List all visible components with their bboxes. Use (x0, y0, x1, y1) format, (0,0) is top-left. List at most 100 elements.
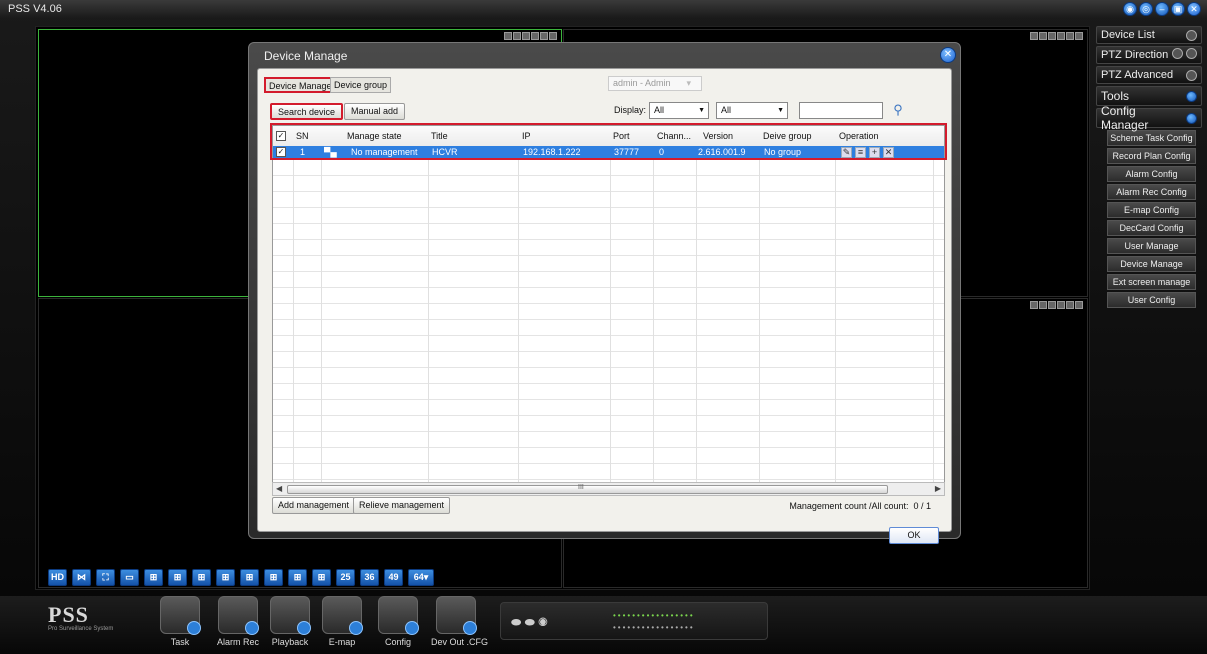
clapperboard-icon (270, 596, 311, 635)
expand-icon[interactable] (1186, 29, 1197, 41)
layout-13-icon[interactable]: ⊞ (240, 569, 259, 586)
expand-icon[interactable] (1186, 48, 1197, 59)
pane-tool-icon[interactable] (1057, 301, 1065, 309)
pane-tool-icon[interactable] (531, 32, 539, 40)
layout-4-icon[interactable]: ⊞ (144, 569, 163, 586)
restore-icon[interactable]: ▣ (1171, 2, 1185, 16)
fullscreen-icon[interactable]: ⛶ (96, 569, 115, 586)
search-device-button[interactable]: Search device (270, 103, 344, 120)
close-icon[interactable]: ✕ (1187, 2, 1201, 16)
config-item-scheme-task[interactable]: Scheme Task Config (1107, 130, 1196, 146)
layout-6-icon[interactable]: ⊞ (168, 569, 187, 586)
scroll-thumb[interactable]: III (287, 484, 888, 494)
pane-tool-icon[interactable] (504, 32, 512, 40)
dock-label: Task (170, 637, 190, 647)
scroll-right-icon[interactable]: ▶ (935, 484, 941, 493)
tools-header[interactable]: Tools (1096, 86, 1202, 106)
layout-24-icon[interactable]: ⊞ (312, 569, 331, 586)
user-select[interactable]: admin - Admin (608, 76, 702, 91)
pane-tool-icon[interactable] (1039, 32, 1047, 40)
pane-tool-icon[interactable] (1039, 301, 1047, 309)
pane-tool-icon[interactable] (1057, 32, 1065, 40)
device-manage-dialog: Device Manage ✕ Device Manage Device gro… (248, 42, 961, 544)
layout-9-icon[interactable]: ⊞ (216, 569, 235, 586)
minimize-icon[interactable]: – (1155, 2, 1169, 16)
hd-button[interactable]: HD (48, 569, 67, 586)
scroll-left-icon[interactable]: ◀ (276, 484, 282, 493)
config-item-alarm[interactable]: Alarm Config (1107, 166, 1196, 182)
dock-alarm-rec[interactable]: Alarm Rec (213, 596, 263, 647)
config-item-emap[interactable]: E-map Config (1107, 202, 1196, 218)
dock-dev-out-cfg[interactable]: Dev Out .CFG (431, 596, 489, 647)
split-layout-icon[interactable]: ⋈ (72, 569, 91, 586)
layout-8-icon[interactable]: ⊞ (192, 569, 211, 586)
config-item-device-manage[interactable]: Device Manage (1107, 256, 1196, 272)
expand-icon[interactable] (1171, 48, 1183, 59)
search-input[interactable] (799, 102, 883, 119)
pane-tool-icon[interactable] (1066, 32, 1074, 40)
expand-icon[interactable] (1186, 69, 1197, 81)
collapse-icon[interactable] (1186, 90, 1197, 102)
pane-toolbar (1030, 32, 1083, 40)
column-divider (696, 126, 697, 484)
config-item-deccard[interactable]: DecCard Config (1107, 220, 1196, 236)
config-item-user-manage[interactable]: User Manage (1107, 238, 1196, 254)
ptz-direction-label: PTZ Direction (1101, 49, 1169, 61)
filter-select[interactable]: All (716, 102, 788, 119)
config-item-user-config[interactable]: User Config (1107, 292, 1196, 308)
ptz-direction-header[interactable]: PTZ Direction (1096, 46, 1202, 64)
manual-add-button[interactable]: Manual add (344, 103, 406, 120)
pane-tool-icon[interactable] (1030, 32, 1038, 40)
ok-button[interactable]: OK (889, 527, 939, 544)
pane-tool-icon[interactable] (1030, 301, 1038, 309)
tab-device-manage[interactable]: Device Manage (264, 77, 337, 93)
collapse-icon[interactable] (1186, 112, 1197, 124)
layout-49-button[interactable]: 49 (384, 569, 403, 586)
column-divider (933, 126, 934, 484)
lock-icon[interactable]: ◉ (1123, 2, 1137, 16)
dock-config[interactable]: Config (373, 596, 423, 647)
pane-tool-icon[interactable] (1048, 32, 1056, 40)
dock-emap[interactable]: E-map (317, 596, 367, 647)
layout-25-button[interactable]: 25 (336, 569, 355, 586)
pane-tool-icon[interactable] (1066, 301, 1074, 309)
device-list-header[interactable]: Device List (1096, 26, 1202, 44)
pane-tool-icon[interactable] (1075, 32, 1083, 40)
pane-tool-icon[interactable] (513, 32, 521, 40)
toggle-group (1171, 48, 1197, 62)
tools-icon (378, 596, 419, 635)
tools-label: Tools (1101, 89, 1130, 103)
management-count-label: Management count /All count: (789, 501, 909, 511)
config-item-alarm-rec[interactable]: Alarm Rec Config (1107, 184, 1196, 200)
dock-playback[interactable]: Playback (265, 596, 315, 647)
pane-tool-icon[interactable] (522, 32, 530, 40)
layout-1-icon[interactable]: ▭ (120, 569, 139, 586)
layout-16-icon[interactable]: ⊞ (264, 569, 283, 586)
ptz-advanced-header[interactable]: PTZ Advanced (1096, 66, 1202, 84)
tab-device-group[interactable]: Device group (330, 77, 392, 93)
pane-tool-icon[interactable] (1048, 301, 1056, 309)
dock-label: Dev Out .CFG (431, 637, 489, 647)
settings-icon[interactable]: ◎ (1139, 2, 1153, 16)
dialog-title: Device Manage (264, 49, 348, 63)
pane-tool-icon[interactable] (1075, 301, 1083, 309)
horizontal-scrollbar[interactable]: ◀ III ▶ (272, 482, 945, 496)
dock-label: Playback (271, 637, 309, 647)
brand-tagline: Pro Surveillance System (48, 626, 114, 632)
pane-tool-icon[interactable] (540, 32, 548, 40)
add-management-button[interactable]: Add management (272, 497, 356, 514)
search-icon[interactable]: ⚲ (890, 102, 906, 118)
display-select[interactable]: All (649, 102, 709, 119)
layout-toolbar: HD ⋈ ⛶ ▭ ⊞ ⊞ ⊞ ⊞ ⊞ ⊞ ⊞ ⊞ 25 36 49 64▾ (48, 569, 434, 587)
table-highlight-box (270, 123, 947, 160)
layout-36-button[interactable]: 36 (360, 569, 379, 586)
config-manager-header[interactable]: Config Manager (1096, 104, 1202, 132)
config-item-ext-screen[interactable]: Ext screen manage (1107, 274, 1196, 290)
layout-20-icon[interactable]: ⊞ (288, 569, 307, 586)
close-icon[interactable]: ✕ (940, 47, 956, 63)
relieve-management-button[interactable]: Relieve management (353, 497, 451, 514)
config-item-record-plan[interactable]: Record Plan Config (1107, 148, 1196, 164)
layout-64-button[interactable]: 64▾ (408, 569, 434, 586)
dock-task[interactable]: Task (155, 596, 205, 647)
pane-tool-icon[interactable] (549, 32, 557, 40)
